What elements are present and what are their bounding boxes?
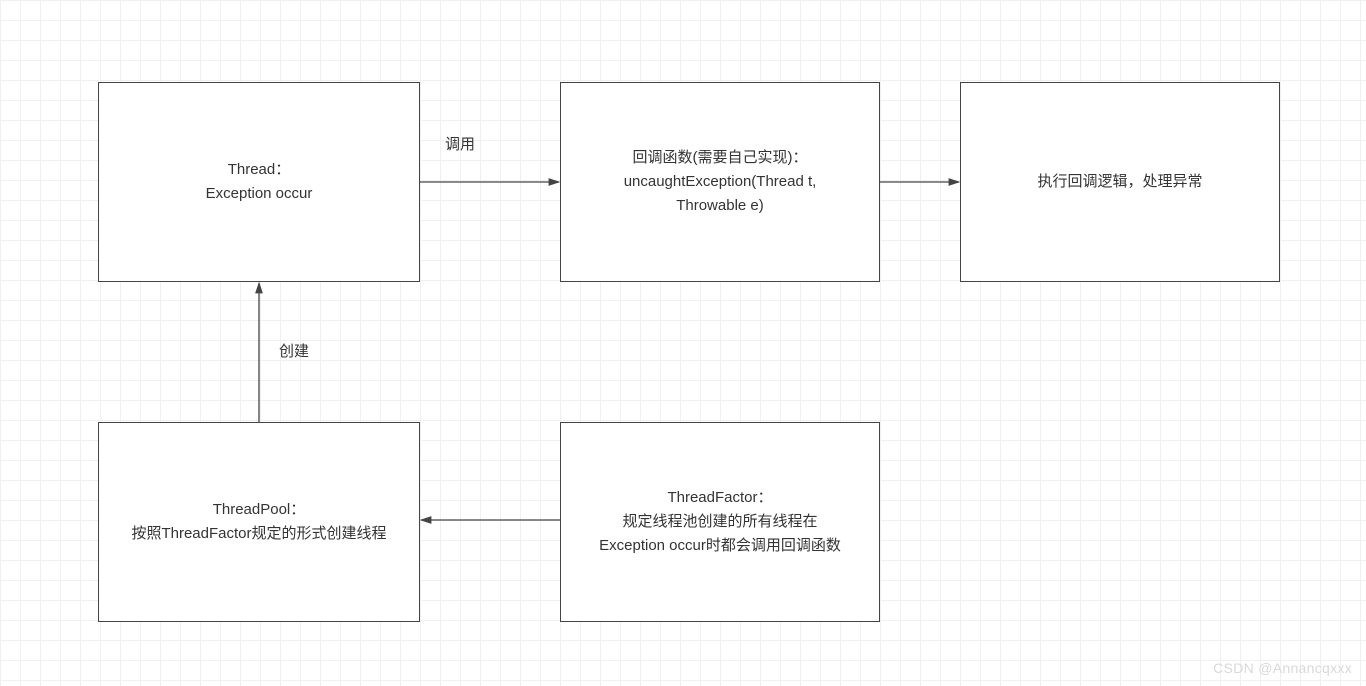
text-line: Throwable e) [624,194,817,218]
edge-label-create: 创建 [279,340,309,361]
node-thread: Thread： Exception occur [98,82,420,282]
text-line: ThreadFactor： [599,486,841,510]
node-threadpool-text: ThreadPool： 按照ThreadFactor规定的形式创建线程 [131,498,386,546]
text-line: 规定线程池创建的所有线程在 [599,510,841,534]
text-line: 执行回调逻辑，处理异常 [1037,170,1202,194]
node-threadfactor: ThreadFactor： 规定线程池创建的所有线程在 Exception oc… [560,422,880,622]
text-line: 按照ThreadFactor规定的形式创建线程 [131,522,386,546]
text-line: ThreadPool： [131,498,386,522]
text-line: 回调函数(需要自己实现)： [624,146,817,170]
node-threadfactor-text: ThreadFactor： 规定线程池创建的所有线程在 Exception oc… [599,486,841,558]
edge-label-call: 调用 [445,133,475,154]
node-handler: 执行回调逻辑，处理异常 [960,82,1280,282]
text-line: Exception occur时都会调用回调函数 [599,534,841,558]
text-line: uncaughtException(Thread t, [624,170,817,194]
node-callback-text: 回调函数(需要自己实现)： uncaughtException(Thread t… [624,146,817,218]
node-handler-text: 执行回调逻辑，处理异常 [1037,170,1202,194]
text-line: Thread： [206,158,313,182]
text-line: Exception occur [206,182,313,206]
node-threadpool: ThreadPool： 按照ThreadFactor规定的形式创建线程 [98,422,420,622]
watermark: CSDN @Annancqxxx [1213,660,1352,676]
node-thread-text: Thread： Exception occur [206,158,313,206]
node-callback: 回调函数(需要自己实现)： uncaughtException(Thread t… [560,82,880,282]
